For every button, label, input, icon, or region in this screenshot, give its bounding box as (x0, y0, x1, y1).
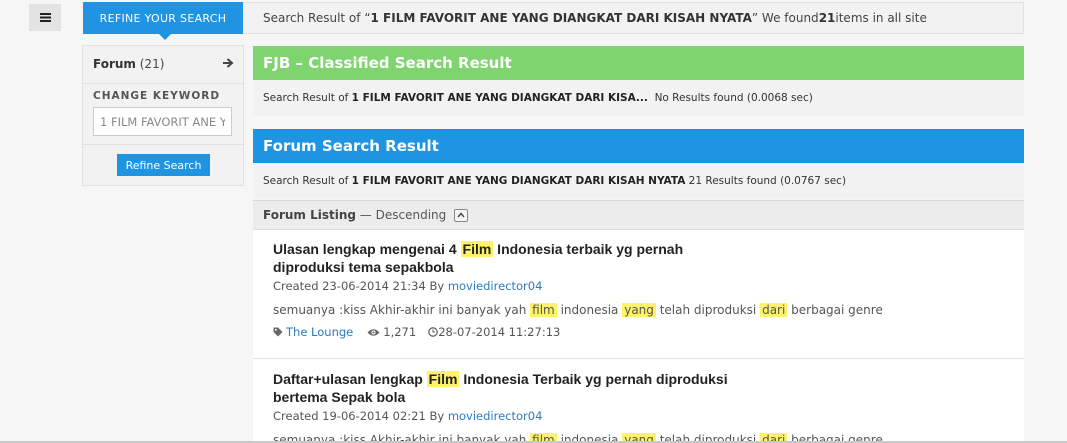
title-highlight: Film (426, 371, 460, 387)
result-footer: The Lounge 1,271 28-07-2014 11:27:13 (273, 325, 1024, 339)
forum-info-query: 1 FILM FAVORIT ANE YANG DIANGKAT DARI KI… (351, 175, 686, 187)
result-divider (253, 358, 1024, 359)
category-link[interactable]: The Lounge (286, 325, 353, 339)
forum-info-suffix: 21 Results found (0.0767 sec) (685, 175, 847, 187)
forum-results-list: Ulasan lengkap mengenai 4 Film Indonesia… (253, 230, 1024, 443)
forum-info-prefix: Search Result of (263, 175, 349, 187)
summary-query: 1 FILM FAVORIT ANE YANG DIANGKAT DARI KI… (370, 11, 752, 25)
keyword-input[interactable] (93, 107, 232, 136)
result-meta: Created 23-06-2014 21:34 By moviedirecto… (273, 279, 1024, 293)
snippet-highlight: yang (622, 303, 656, 317)
result-title-link[interactable]: Ulasan lengkap mengenai 4 Film Indonesia… (273, 240, 743, 276)
fjb-info-prefix: Search Result of (263, 92, 349, 104)
sidebar-item-forum[interactable]: Forum (21) (93, 57, 164, 71)
listing-order: — Descending (355, 208, 447, 222)
tab-refine-search[interactable]: REFINE YOUR SEARCH (83, 2, 243, 40)
result-meta: Created 19-06-2014 02:21 By moviedirecto… (273, 409, 1024, 423)
menu-toggle-button[interactable] (29, 4, 61, 31)
arrow-right-icon[interactable] (222, 57, 234, 69)
result-snippet: semuanya :kiss Akhir-akhir ini banyak ya… (273, 303, 1024, 317)
fjb-section-title: FJB – Classified Search Result (253, 46, 1024, 80)
forum-filter-label: Forum (93, 57, 136, 71)
forum-listing-bar: Forum Listing — Descending (253, 200, 1024, 230)
sidebar-divider (83, 144, 243, 145)
chevron-up-icon (457, 212, 465, 218)
fjb-result-info: Search Result of 1 FILM FAVORIT ANE YANG… (253, 80, 1024, 116)
refine-search-button[interactable]: Refine Search (117, 154, 210, 176)
summary-suffix: items in all site (835, 11, 927, 25)
created-text: Created 19-06-2014 02:21 By (273, 409, 448, 423)
summary-count: 21 (818, 11, 836, 25)
refine-sidebar: Forum (21) CHANGE KEYWORD Refine Search (82, 45, 244, 186)
snippet-highlight: dari (760, 303, 788, 317)
eye-icon (367, 328, 380, 337)
snippet-text: semuanya :kiss Akhir-akhir ini banyak ya… (273, 303, 531, 317)
hamburger-icon (39, 13, 51, 22)
search-summary-bar: Search Result of “1 FILM FAVORIT ANE YAN… (243, 2, 1024, 34)
title-highlight: Film (460, 241, 494, 257)
result-title-link[interactable]: Daftar+ulasan lengkap Film Indonesia Ter… (273, 370, 743, 406)
title-text: Daftar+ulasan lengkap (273, 371, 427, 387)
created-text: Created 23-06-2014 21:34 By (273, 279, 448, 293)
snippet-highlight: film (530, 303, 557, 317)
author-link[interactable]: moviedirector04 (448, 279, 543, 293)
tag-icon (273, 327, 283, 337)
forum-section-title: Forum Search Result (253, 129, 1024, 163)
snippet-text: berbagai genre (787, 303, 883, 317)
sort-toggle-button[interactable] (454, 208, 469, 222)
snippet-text: telah diproduksi (655, 303, 761, 317)
fjb-info-query: 1 FILM FAVORIT ANE YANG DIANGKAT DARI KI… (351, 92, 648, 104)
summary-prefix: Search Result of “ (263, 11, 371, 25)
snippet-text: indonesia (556, 303, 623, 317)
fjb-info-suffix: No Results found (0.0068 sec) (647, 92, 813, 104)
forum-result-info: Search Result of 1 FILM FAVORIT ANE YANG… (253, 163, 1024, 199)
title-text: Ulasan lengkap mengenai 4 (273, 241, 461, 257)
listing-label: Forum Listing (263, 208, 356, 222)
summary-middle: ” We found (751, 11, 819, 25)
view-count: 1,271 (383, 325, 417, 339)
sidebar-divider (83, 83, 243, 84)
list-item: Daftar+ulasan lengkap Film Indonesia Ter… (253, 370, 1024, 443)
clock-icon (428, 327, 439, 337)
last-post-time: 28-07-2014 11:27:13 (438, 325, 561, 339)
forum-filter-count: (21) (139, 57, 165, 71)
list-item: Ulasan lengkap mengenai 4 Film Indonesia… (253, 240, 1024, 339)
author-link[interactable]: moviedirector04 (448, 409, 543, 423)
change-keyword-label: CHANGE KEYWORD (93, 90, 221, 102)
